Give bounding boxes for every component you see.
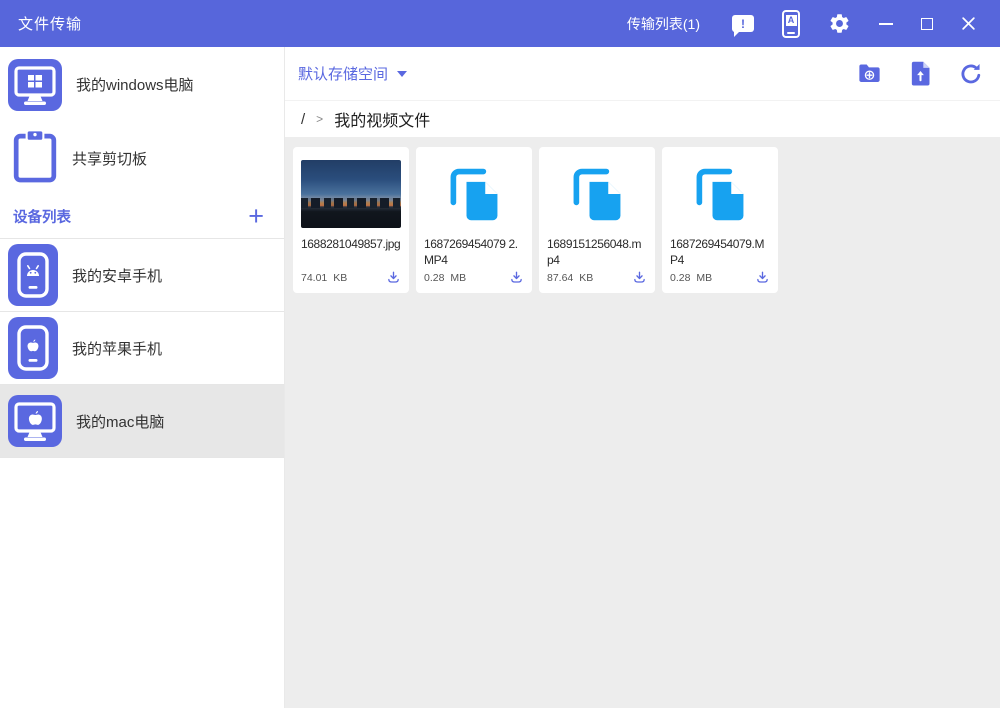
sidebar-item-apple-phone[interactable]: 我的苹果手机 [0, 312, 284, 385]
sidebar-item-android-phone[interactable]: 我的安卓手机 [0, 239, 284, 312]
refresh-button[interactable] [957, 60, 985, 88]
image-thumbnail [301, 160, 401, 228]
download-file-button[interactable] [509, 270, 524, 285]
file-card[interactable]: 1687269454079.MP4 0.28 MB [662, 147, 778, 293]
sidebar-item-shared-clipboard[interactable]: 共享剪切板 [0, 122, 284, 194]
storage-toolbar: 默认存储空间 [285, 47, 1000, 100]
phone-connect-button[interactable]: A [782, 9, 800, 38]
upload-file-button[interactable] [906, 60, 934, 88]
breadcrumb: / > 我的视频文件 [285, 100, 1000, 137]
sidebar-item-label: 我的windows电脑 [76, 77, 194, 94]
file-name: 1687269454079.MP4 [670, 237, 765, 267]
phone-connect-icon: A [782, 9, 800, 38]
maximize-button[interactable] [921, 17, 933, 30]
file-card[interactable]: 1687269454079 2.MP4 0.28 MB [416, 147, 532, 293]
video-file-icon [696, 168, 744, 221]
sidebar-item-label: 我的苹果手机 [72, 340, 163, 358]
file-size: 87.64 KB [547, 271, 594, 284]
feedback-message-icon: ! [732, 15, 754, 37]
file-browser-area: 1688281049857.jpg 74.01 KB 1687269454079… [285, 137, 1000, 708]
video-file-icon [450, 168, 498, 221]
refresh-icon [961, 63, 981, 83]
close-icon [962, 17, 975, 30]
sidebar-item-label: 我的mac电脑 [76, 413, 165, 431]
clipboard-icon [12, 128, 58, 189]
storage-space-label: 默认存储空间 [298, 66, 389, 83]
download-icon [388, 271, 399, 283]
file-size: 0.28 MB [670, 271, 713, 284]
file-card[interactable]: 1689151256048.mp4 87.64 KB [539, 147, 655, 293]
close-button[interactable] [961, 16, 976, 31]
breadcrumb-current-folder: 我的视频文件 [334, 113, 431, 130]
new-folder-icon [858, 64, 880, 82]
settings-button[interactable] [828, 12, 851, 35]
toolbar-actions [855, 60, 985, 88]
file-name: 1687269454079 2.MP4 [424, 237, 518, 267]
titlebar-actions: 传输列表(1) ! A [627, 9, 976, 38]
apple-phone-icon [8, 317, 58, 379]
file-size: 0.28 MB [424, 271, 467, 284]
mac-computer-icon [8, 395, 62, 447]
device-list-header: 设备列表 + [0, 194, 284, 238]
file-size: 74.01 KB [301, 271, 348, 284]
sidebar-item-mac-computer[interactable]: 我的mac电脑 [0, 385, 284, 458]
feedback-button[interactable]: ! [732, 15, 754, 37]
device-list-title: 设备列表 [13, 209, 71, 226]
main-panel: 默认存储空间 / > 我的视频文件 1688281049857.jpg 74.0… [285, 47, 1000, 708]
windows-computer-icon [8, 58, 62, 111]
minimize-icon [879, 22, 893, 25]
minimize-button[interactable] [879, 22, 893, 25]
download-icon [757, 271, 768, 283]
breadcrumb-root[interactable]: / [301, 111, 305, 128]
download-file-button[interactable] [386, 270, 401, 285]
sidebar-item-label: 共享剪切板 [72, 150, 148, 168]
breadcrumb-separator: > [316, 112, 324, 126]
sidebar-item-my-computer[interactable]: 我的windows电脑 [0, 47, 284, 122]
transfer-list-button[interactable]: 传输列表(1) [627, 14, 700, 34]
download-file-button[interactable] [755, 270, 770, 285]
download-icon [511, 271, 522, 283]
storage-space-dropdown[interactable]: 默认存储空间 [298, 63, 408, 84]
download-icon [634, 271, 645, 283]
title-bar: 文件传输 传输列表(1) ! A [0, 0, 1000, 47]
new-folder-button[interactable] [855, 60, 883, 88]
sidebar-item-label: 我的安卓手机 [72, 267, 163, 285]
file-name: 1688281049857.jpg [301, 237, 401, 251]
video-file-icon [573, 168, 621, 221]
file-name: 1689151256048.mp4 [547, 237, 642, 267]
sidebar: 我的windows电脑 共享剪切板 设备列表 + 我的安卓手机 我的苹果手机 我… [0, 47, 285, 708]
settings-gear-icon [830, 14, 849, 33]
dropdown-caret-icon [397, 70, 408, 77]
download-file-button[interactable] [632, 270, 647, 285]
maximize-icon [921, 17, 933, 30]
thumbnail-skyline [301, 198, 401, 209]
app-window: 文件传输 传输列表(1) ! A 我的windows电脑 共享剪切板 设备列表 … [0, 0, 1000, 708]
add-device-button[interactable]: + [248, 203, 264, 230]
android-phone-icon [8, 244, 58, 306]
file-card[interactable]: 1688281049857.jpg 74.01 KB [293, 147, 409, 293]
upload-file-icon [911, 61, 929, 86]
app-title: 文件传输 [18, 16, 83, 33]
file-grid: 1688281049857.jpg 74.01 KB 1687269454079… [293, 147, 992, 293]
